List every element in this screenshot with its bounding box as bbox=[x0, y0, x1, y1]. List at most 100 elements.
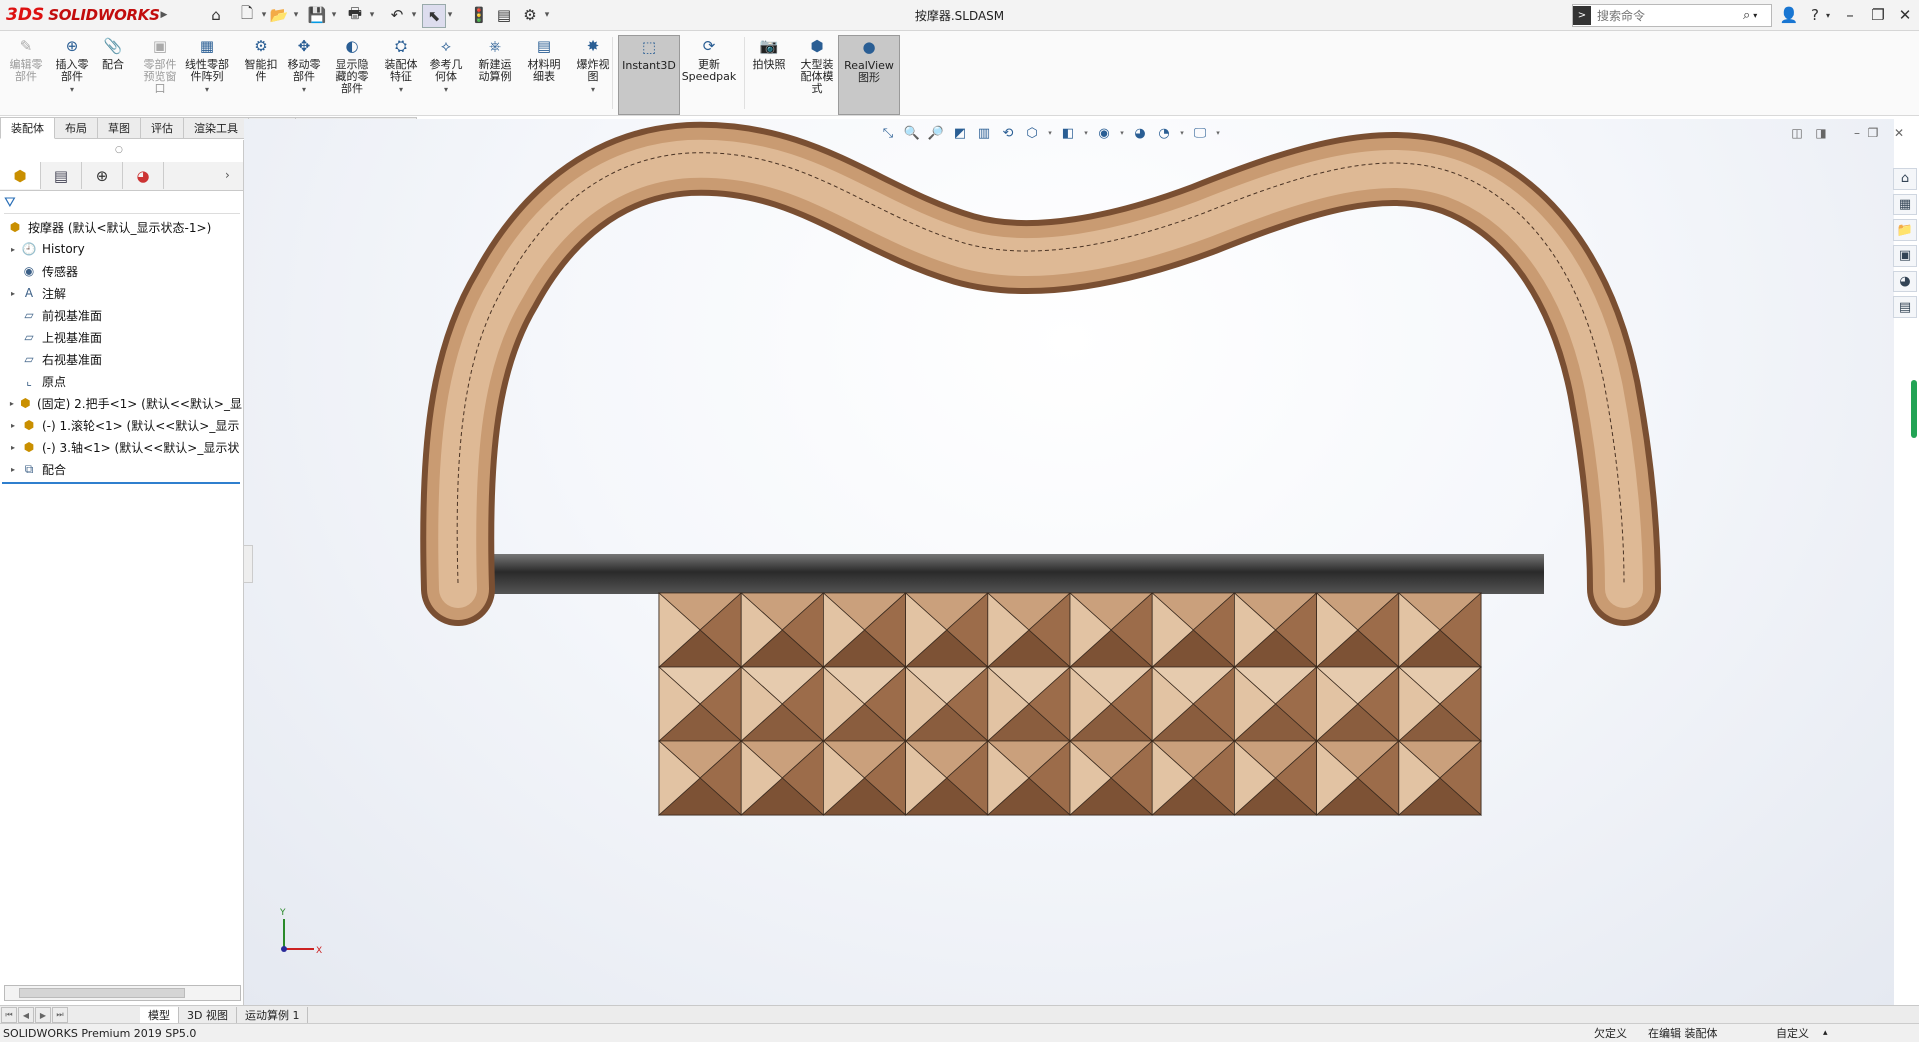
ribbon-dropdown-icon[interactable]: ▾ bbox=[302, 84, 306, 96]
ribbon-dropdown-icon[interactable]: ▾ bbox=[399, 84, 403, 96]
previous-view-icon[interactable]: 🔎 bbox=[926, 123, 946, 143]
view-palette-icon[interactable]: ▣ bbox=[1893, 245, 1917, 267]
ribbon-dropdown-icon[interactable]: ▾ bbox=[70, 84, 74, 96]
file-properties-icon[interactable]: ▤ bbox=[493, 4, 515, 26]
search-scope-icon[interactable]: > bbox=[1573, 6, 1591, 25]
units-status[interactable]: 自定义 bbox=[1776, 1025, 1809, 1041]
hide-show-items-icon[interactable]: ◉ bbox=[1094, 123, 1114, 143]
undo-icon[interactable]: ↶ bbox=[386, 4, 408, 26]
ribbon-dropdown-icon[interactable]: ▾ bbox=[444, 84, 448, 96]
zoom-to-fit-icon[interactable]: ⤡ bbox=[878, 123, 898, 143]
new-motion-study-button[interactable]: ⎈ 新建运 动算例 bbox=[473, 35, 517, 113]
expand-arrow-icon[interactable]: ▸ bbox=[6, 289, 20, 298]
show-hidden-button[interactable]: ◐ 显示隐 藏的零 部件 bbox=[329, 35, 375, 113]
rotate-view-icon[interactable]: ⟲ bbox=[998, 123, 1018, 143]
help-dropdown-icon[interactable]: ▾ bbox=[1822, 4, 1834, 26]
model-view[interactable]: Y X bbox=[244, 119, 1894, 1005]
file-explorer-icon[interactable]: 📁 bbox=[1893, 219, 1917, 242]
instant3d-button[interactable]: ⬚ Instant3D bbox=[618, 35, 680, 115]
next-tab-arrow-icon[interactable]: ▶ bbox=[35, 1007, 51, 1023]
user-icon[interactable]: 👤 bbox=[1777, 4, 1801, 26]
edit-component-button[interactable]: ✎ 编辑零 部件 bbox=[6, 35, 46, 113]
custom-properties-icon[interactable]: ▤ bbox=[1893, 296, 1917, 319]
panel-splitter-handle[interactable]: ○ bbox=[115, 145, 123, 155]
open-folder-dropdown-icon[interactable]: ▾ bbox=[290, 4, 302, 26]
tree-item[interactable]: ▱ 前视基准面 bbox=[6, 304, 242, 326]
configurationmanager-tab[interactable]: ⊕ bbox=[82, 162, 123, 189]
print-icon[interactable]: 🖶 bbox=[344, 4, 366, 26]
linear-pattern-button[interactable]: ▦ 线性零部 件阵列 ▾ bbox=[178, 35, 236, 113]
undo-dropdown-icon[interactable]: ▾ bbox=[408, 4, 420, 26]
tree-item[interactable]: ▸ 🕘 History bbox=[6, 238, 242, 260]
select-cursor-dropdown-icon[interactable]: ▾ bbox=[444, 4, 456, 26]
view-settings-icon[interactable]: 🖵 bbox=[1190, 123, 1210, 143]
new-document-icon[interactable]: 🗋 bbox=[236, 4, 258, 26]
tree-item[interactable]: ▸ ⬢ (-) 1.滚轮<1> (默认<<默认>_显示 bbox=[6, 414, 242, 436]
command-tab[interactable]: 装配体 bbox=[0, 117, 55, 139]
search-icon[interactable]: ⌕ bbox=[1743, 8, 1750, 23]
view-settings-dropdown-icon[interactable]: ▾ bbox=[1214, 123, 1222, 143]
search-dropdown-icon[interactable]: ▾ bbox=[1753, 11, 1757, 20]
featuremanager-tab[interactable]: ⬢ bbox=[0, 162, 41, 189]
view-orientation-icon[interactable]: ⬡ bbox=[1022, 123, 1042, 143]
first-tab-arrow-icon[interactable]: ⏮ bbox=[1, 1007, 17, 1023]
appearances-scenes-icon[interactable]: ◕ bbox=[1893, 270, 1917, 293]
tree-item[interactable]: ▸ ⬢ (固定) 2.把手<1> (默认<<默认>_显 bbox=[6, 392, 242, 414]
solidworks-logo[interactable]: 3DS SOLIDWORKS bbox=[6, 4, 160, 26]
hide-show-items-dropdown-icon[interactable]: ▾ bbox=[1118, 123, 1126, 143]
home-icon[interactable]: ⌂ bbox=[205, 4, 227, 26]
expand-arrow-icon[interactable]: ▸ bbox=[6, 465, 20, 474]
exploded-view-button[interactable]: ✸ 爆炸视 图 ▾ bbox=[573, 35, 613, 113]
apply-scene-icon[interactable]: ◔ bbox=[1154, 123, 1174, 143]
roller[interactable] bbox=[657, 592, 1483, 816]
display-style-icon[interactable]: ◧ bbox=[1058, 123, 1078, 143]
bottom-tab[interactable]: 3D 视图 bbox=[179, 1007, 237, 1023]
panel-tabs-more-icon[interactable]: › bbox=[225, 168, 230, 182]
tree-item[interactable]: ◉ 传感器 bbox=[6, 260, 242, 282]
menu-expand-arrow-icon[interactable]: ▶ bbox=[158, 4, 170, 26]
bottom-tab[interactable]: 模型 bbox=[140, 1007, 179, 1023]
save-dropdown-icon[interactable]: ▾ bbox=[328, 4, 340, 26]
section-view-icon[interactable]: ◩ bbox=[950, 123, 970, 143]
zoom-to-area-icon[interactable]: 🔍 bbox=[902, 123, 922, 143]
assembly-feature-button[interactable]: ⛭ 装配体 特征 ▾ bbox=[380, 35, 422, 113]
search-input[interactable] bbox=[1591, 7, 1739, 24]
expand-arrow-icon[interactable]: ▸ bbox=[6, 421, 20, 430]
ribbon-dropdown-icon[interactable]: ▾ bbox=[591, 84, 595, 96]
command-tab[interactable]: 渲染工具 bbox=[184, 117, 249, 139]
tree-item[interactable]: ▱ 右视基准面 bbox=[6, 348, 242, 370]
command-tab[interactable]: 草图 bbox=[98, 117, 141, 139]
prev-tab-arrow-icon[interactable]: ◀ bbox=[18, 1007, 34, 1023]
save-icon[interactable]: 💾 bbox=[306, 4, 328, 26]
rebuild-icon[interactable]: 🚦 bbox=[468, 4, 490, 26]
panel-collapse-handle[interactable] bbox=[243, 545, 253, 583]
bottom-tab[interactable]: 运动算例 1 bbox=[237, 1007, 309, 1023]
ribbon-dropdown-icon[interactable]: ▾ bbox=[205, 84, 209, 96]
task-pane-scroll-indicator[interactable] bbox=[1911, 380, 1917, 438]
expand-arrow-icon[interactable]: ▸ bbox=[6, 399, 18, 408]
filter-icon[interactable]: ⛛ bbox=[4, 195, 16, 211]
viewport-tile-icon[interactable]: ◫ bbox=[1788, 124, 1806, 142]
tree-item[interactable]: ▱ 上视基准面 bbox=[6, 326, 242, 348]
design-library-icon[interactable]: ▦ bbox=[1893, 193, 1917, 216]
tree-item[interactable]: ⬢ 按摩器 (默认<默认_显示状态-1>) bbox=[6, 216, 242, 238]
handle[interactable] bbox=[420, 121, 1661, 626]
select-cursor-icon[interactable]: ⬉ bbox=[422, 4, 446, 28]
tree-item[interactable]: ▸ A 注解 bbox=[6, 282, 242, 304]
update-speedpak-button[interactable]: ⟳ 更新 Speedpak bbox=[680, 35, 738, 113]
bill-of-materials-button[interactable]: ▤ 材料明 细表 bbox=[523, 35, 565, 113]
dynamic-annotation-icon[interactable]: ▥ bbox=[974, 123, 994, 143]
graphics-area[interactable]: Y X bbox=[244, 119, 1894, 1005]
snapshot-button[interactable]: 📷 拍快照 bbox=[748, 35, 790, 113]
tree-horizontal-scrollbar[interactable] bbox=[4, 985, 241, 1001]
viewport-restore-icon[interactable]: ❐ bbox=[1864, 124, 1882, 142]
expand-arrow-icon[interactable]: ▸ bbox=[6, 443, 20, 452]
apply-scene-dropdown-icon[interactable]: ▾ bbox=[1178, 123, 1186, 143]
command-tab[interactable]: 布局 bbox=[55, 117, 98, 139]
rollback-bar[interactable] bbox=[2, 482, 240, 484]
component-preview-button[interactable]: ▣ 零部件 预览窗 口 bbox=[140, 35, 180, 113]
filter-row[interactable]: ⛛ bbox=[4, 193, 240, 214]
last-tab-arrow-icon[interactable]: ⏭ bbox=[52, 1007, 68, 1023]
expand-arrow-icon[interactable]: ▸ bbox=[6, 245, 20, 254]
options-gear-icon[interactable]: ⚙ bbox=[519, 4, 541, 26]
